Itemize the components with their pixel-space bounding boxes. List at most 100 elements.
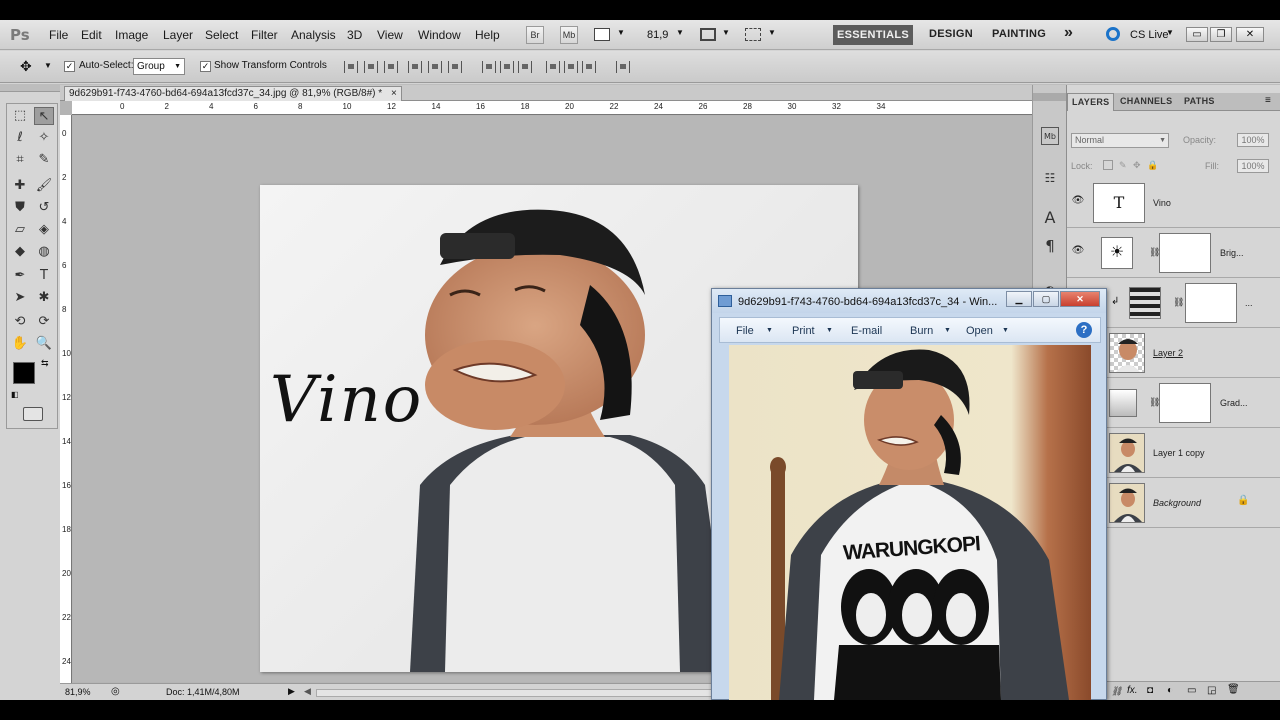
spot-healing-tool-icon[interactable]: ✚	[10, 177, 30, 195]
distribute-center-icon[interactable]	[500, 61, 514, 73]
lock-transparent-icon[interactable]	[1103, 160, 1113, 170]
history-panel-icon[interactable]: ☷	[1041, 169, 1059, 187]
lock-all-icon[interactable]: 🔒	[1147, 160, 1158, 171]
auto-select-checkbox[interactable]: ✓	[64, 60, 75, 72]
close-button[interactable]: ✕	[1236, 27, 1264, 42]
viewer-maximize-button[interactable]: ▢	[1033, 291, 1059, 307]
history-brush-tool-icon[interactable]: ↺	[34, 199, 54, 217]
link-layers-icon[interactable]: ⛓	[1111, 686, 1122, 697]
hand-tool-icon[interactable]: ✋	[10, 335, 30, 353]
paragraph-panel-icon[interactable]: ¶	[1041, 237, 1059, 255]
move-tool-icon[interactable]: ✥	[20, 59, 32, 75]
strip-grip[interactable]	[1033, 93, 1067, 101]
blend-mode-select[interactable]: Normal ▼	[1071, 133, 1169, 148]
viewer-close-button[interactable]: ✕	[1060, 291, 1100, 307]
zoom-tool-icon[interactable]: 🔍	[34, 335, 54, 353]
menu-window[interactable]: Window	[418, 28, 461, 42]
menu-analysis[interactable]: Analysis	[291, 28, 336, 42]
viewer-menu-file[interactable]: File	[736, 325, 754, 337]
cs-live-button[interactable]: CS Live	[1130, 29, 1169, 41]
3d-orbit-tool-icon[interactable]: ⟳	[34, 313, 54, 331]
distribute-left-icon[interactable]	[546, 61, 560, 73]
align-vertical-center-icon[interactable]	[364, 61, 378, 73]
clone-stamp-tool-icon[interactable]: ⛊	[10, 199, 30, 217]
marquee-tool-icon[interactable]: ⬚	[10, 107, 30, 125]
auto-align-icon[interactable]	[616, 61, 630, 73]
viewer-menu-burn[interactable]: Burn	[910, 325, 933, 337]
align-left-icon[interactable]	[408, 61, 422, 73]
view-extras-icon[interactable]	[594, 28, 610, 41]
minimize-button[interactable]: ▭	[1186, 27, 1208, 42]
type-tool-icon[interactable]: T	[34, 267, 54, 285]
viewer-title-bar[interactable]: 9d629b91-f743-4760-bd64-694a13fcd37c_34 …	[712, 289, 1106, 313]
new-layer-icon[interactable]: ◲	[1207, 685, 1216, 696]
auto-select-dropdown[interactable]: Group ▼	[133, 58, 185, 75]
close-tab-icon[interactable]: ×	[391, 88, 397, 99]
align-bottom-icon[interactable]	[384, 61, 398, 73]
viewer-menu-email[interactable]: E-mail	[851, 325, 882, 337]
layer-name[interactable]: Layer 1 copy	[1153, 448, 1205, 458]
mini-bridge-panel-icon[interactable]: Mb	[1041, 127, 1059, 145]
menu-layer[interactable]: Layer	[163, 28, 193, 42]
panel-menu-icon[interactable]: ≡	[1265, 95, 1271, 106]
eyedropper-tool-icon[interactable]: ✎	[34, 151, 54, 169]
menu-help[interactable]: Help	[475, 28, 500, 42]
mini-bridge-button[interactable]: Mb	[560, 26, 578, 44]
crop-tool-icon[interactable]: ⌗	[10, 151, 30, 169]
new-adjustment-icon[interactable]: ◐	[1167, 685, 1173, 696]
paint-bucket-tool-icon[interactable]: ◈	[34, 221, 54, 239]
document-tab[interactable]: 9d629b91-f743-4760-bd64-694a13fcd37c_34.…	[64, 86, 402, 101]
layer-name[interactable]: ...	[1245, 298, 1253, 308]
viewer-help-icon[interactable]: ?	[1076, 322, 1092, 338]
align-right-icon[interactable]	[448, 61, 462, 73]
blur-tool-icon[interactable]: ◆	[10, 243, 30, 261]
menu-select[interactable]: Select	[205, 28, 238, 42]
align-horizontal-center-icon[interactable]	[428, 61, 442, 73]
foreground-color-swatch[interactable]	[13, 362, 35, 384]
menu-filter[interactable]: Filter	[251, 28, 278, 42]
delete-layer-icon[interactable]: 🗑	[1227, 684, 1240, 695]
quick-mask-icon[interactable]	[23, 407, 43, 421]
fill-input[interactable]: 100%	[1237, 159, 1269, 173]
pen-tool-icon[interactable]: ✒	[10, 267, 30, 285]
move-tool-icon[interactable]: ↖	[34, 107, 54, 125]
distribute-bottom-icon[interactable]	[518, 61, 532, 73]
visibility-eye-icon[interactable]: 👁	[1071, 245, 1085, 259]
layer-name[interactable]: Background	[1153, 498, 1201, 508]
viewer-menu-open[interactable]: Open	[966, 325, 993, 337]
status-preview-icon[interactable]: ◎	[111, 686, 120, 697]
layer-style-button[interactable]: fx.	[1127, 685, 1138, 696]
arrange-documents-icon[interactable]	[700, 28, 716, 41]
layer-row[interactable]: 👁 T Vino	[1067, 178, 1280, 228]
align-top-icon[interactable]	[344, 61, 358, 73]
viewer-minimize-button[interactable]: ▁	[1006, 291, 1032, 307]
menu-edit[interactable]: Edit	[81, 28, 102, 42]
default-colors-icon[interactable]: ◧	[11, 390, 19, 399]
menu-file[interactable]: File	[49, 28, 68, 42]
layer-mask-thumbnail[interactable]	[1159, 383, 1211, 423]
visibility-eye-icon[interactable]: 👁	[1071, 195, 1085, 209]
3d-rotate-tool-icon[interactable]: ⟲	[10, 313, 30, 331]
workspace-essentials[interactable]: ESSENTIALS	[833, 25, 913, 45]
scroll-left-icon[interactable]: ◀	[304, 686, 311, 697]
opacity-input[interactable]: 100%	[1237, 133, 1269, 147]
layer-row[interactable]: 👁 ☀ ⛓ Brig...	[1067, 228, 1280, 278]
screen-mode-icon[interactable]	[745, 28, 761, 41]
dodge-tool-icon[interactable]: ◍	[34, 243, 54, 261]
show-transform-checkbox[interactable]: ✓	[200, 60, 211, 72]
eraser-tool-icon[interactable]: ▱	[10, 221, 30, 239]
viewer-menu-print[interactable]: Print	[792, 325, 815, 337]
status-menu-arrow-icon[interactable]: ▶	[288, 686, 295, 697]
restore-button[interactable]: ❐	[1210, 27, 1232, 42]
tab-paths[interactable]: PATHS	[1184, 96, 1215, 106]
swap-colors-icon[interactable]: ⇆	[41, 358, 49, 369]
lock-position-icon[interactable]: ✥	[1133, 160, 1141, 171]
more-workspaces-icon[interactable]: »	[1064, 24, 1073, 42]
new-group-icon[interactable]: ▭	[1187, 685, 1196, 696]
tab-channels[interactable]: CHANNELS	[1120, 96, 1172, 106]
layer-mask-thumbnail[interactable]	[1159, 233, 1211, 273]
add-mask-icon[interactable]: ◘	[1147, 685, 1153, 696]
lasso-tool-icon[interactable]: ℓ	[10, 129, 30, 147]
path-selection-tool-icon[interactable]: ➤	[10, 289, 30, 307]
layer-mask-thumbnail[interactable]	[1185, 283, 1237, 323]
